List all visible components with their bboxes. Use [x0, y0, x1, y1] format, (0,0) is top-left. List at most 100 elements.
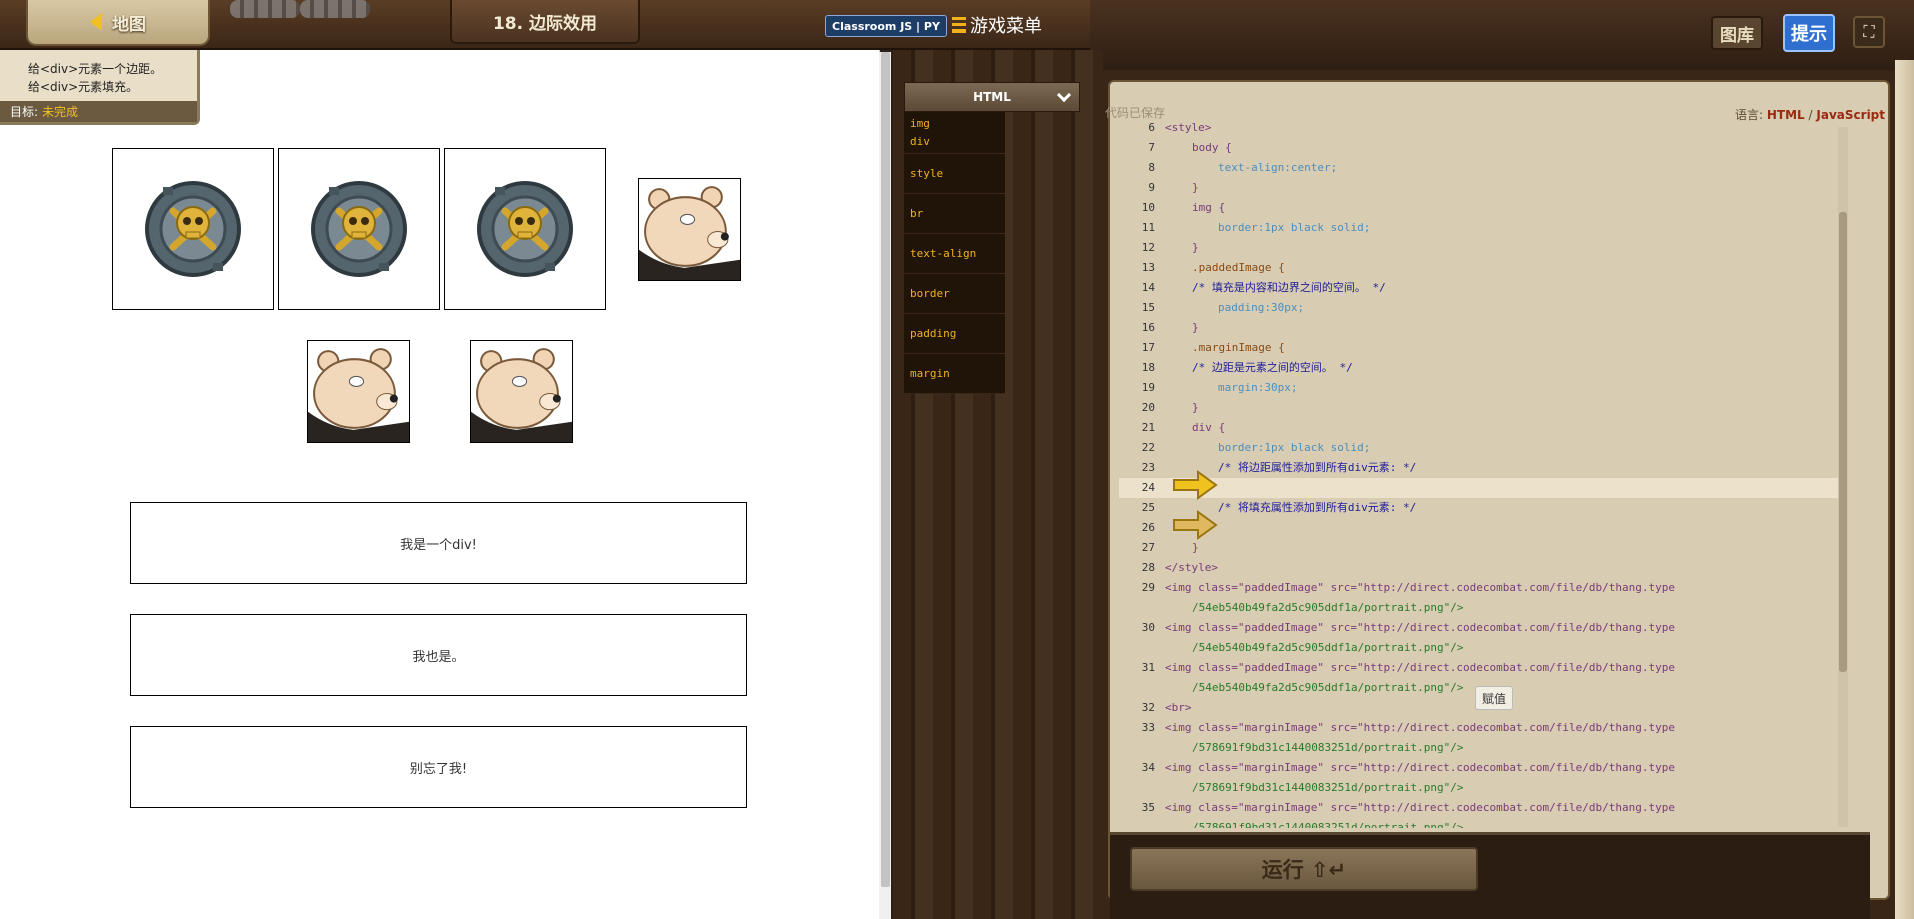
chain-decoration [230, 0, 300, 18]
code-line[interactable]: 33 <img class="marginImage" src="http://d… [1119, 718, 1839, 738]
code-line[interactable]: 20} [1119, 398, 1839, 418]
line-number: 15 [1141, 301, 1155, 314]
goal-status-label: 目标: [10, 105, 39, 119]
code-line[interactable]: 28 </style> [1119, 558, 1839, 578]
classroom-language-badge[interactable]: Classroom JS | PY [825, 15, 947, 37]
code-line[interactable]: 7 body { [1119, 138, 1839, 158]
code-text: /578691f9bd31c1440083251d/portrait.png"/… [1192, 781, 1464, 794]
code-text: /* 将边距属性添加到所有div元素: */ [1218, 461, 1417, 474]
code-text: <img class="marginImage" src="http://dir… [1165, 801, 1675, 814]
code-text: /54eb540b49fa2d5c905ddf1a/portrait.png"/… [1192, 641, 1464, 654]
game-menu-button[interactable]: 游戏菜单 [952, 12, 1042, 38]
code-line[interactable]: 27} [1119, 538, 1839, 558]
chain-decoration [300, 0, 370, 18]
palette-item-group: img div [904, 112, 1005, 154]
code-line[interactable]: 24 [1119, 478, 1839, 498]
code-line[interactable]: /578691f9bd31c1440083251d/portrait.png"/… [1119, 738, 1839, 758]
code-line[interactable]: 16} [1119, 318, 1839, 338]
code-text: border:1px black solid; [1218, 221, 1371, 234]
goal-item: 给<div>元素填充。 [28, 80, 139, 94]
autocomplete-tooltip[interactable]: 赋值 [1475, 686, 1514, 710]
code-line[interactable]: 26 [1119, 518, 1839, 538]
palette-item-margin[interactable]: margin [904, 354, 1005, 394]
code-text: <br> [1165, 701, 1192, 714]
skull-shield-icon [476, 181, 573, 277]
goal-status: 目标: 未完成 [0, 101, 197, 122]
code-line[interactable]: /54eb540b49fa2d5c905ddf1a/portrait.png"/… [1119, 638, 1839, 658]
level-title: 18. 边际效用 [450, 0, 640, 44]
preview-scrollbar-thumb[interactable] [881, 52, 890, 887]
line-number: 12 [1141, 241, 1155, 254]
code-line[interactable]: 9} [1119, 178, 1839, 198]
code-text: .paddedImage { [1192, 261, 1285, 274]
code-line[interactable]: 29 <img class="paddedImage" src="http://d… [1119, 578, 1839, 598]
bear-image [470, 340, 573, 443]
code-line[interactable]: /578691f9bd31c1440083251d/portrait.png"/… [1119, 818, 1839, 828]
code-text: /54eb540b49fa2d5c905ddf1a/portrait.png"/… [1192, 601, 1464, 614]
hint-button[interactable]: 提示 [1783, 14, 1835, 52]
code-line[interactable]: 14 /* 填充是内容和边界之间的空间。 */ [1119, 278, 1839, 298]
code-line[interactable]: 11 border:1px black solid; [1119, 218, 1839, 238]
library-button[interactable]: 图库 [1711, 16, 1763, 50]
code-line[interactable]: 8 text-align:center; [1119, 158, 1839, 178]
run-button[interactable]: 运行 ⇧↵ [1130, 847, 1478, 891]
code-lines[interactable]: 6 <style> 7 body {8 text-align:center; 9} 10 im… [1119, 118, 1839, 828]
palette-item-img[interactable]: img [910, 115, 930, 133]
fullscreen-button[interactable]: ⛶ [1853, 16, 1885, 48]
line-number: 17 [1141, 341, 1155, 354]
code-line[interactable]: 34 <img class="marginImage" src="http://d… [1119, 758, 1839, 778]
code-line[interactable]: 19 margin:30px; [1119, 378, 1839, 398]
menu-icon [952, 17, 966, 33]
line-number: 6 [1148, 121, 1155, 134]
line-number: 8 [1148, 161, 1155, 174]
code-text: <img class="paddedImage" src="http://dir… [1165, 621, 1675, 634]
code-line[interactable]: 23 /* 将边距属性添加到所有div元素: */ [1119, 458, 1839, 478]
code-line[interactable]: 12} [1119, 238, 1839, 258]
game-menu-label: 游戏菜单 [970, 16, 1042, 37]
code-line[interactable]: 21 div { [1119, 418, 1839, 438]
goals-panel: 给<div>元素一个边距。 给<div>元素填充。 目标: 未完成 [0, 50, 200, 125]
line-number: 9 [1148, 181, 1155, 194]
palette-item-padding[interactable]: padding [904, 314, 1005, 354]
line-number: 32 [1141, 701, 1155, 714]
preview-div: 我也是。 [130, 614, 747, 696]
code-line[interactable]: 30 <img class="paddedImage" src="http://d… [1119, 618, 1839, 638]
code-text: div { [1192, 421, 1226, 434]
palette-header[interactable]: HTML [904, 82, 1080, 112]
line-number: 19 [1141, 381, 1155, 394]
code-line[interactable]: 6 <style> [1119, 118, 1839, 138]
code-line[interactable]: 13 .paddedImage { [1119, 258, 1839, 278]
code-line[interactable]: 15 padding:30px; [1119, 298, 1839, 318]
goal-item: 给<div>元素一个边距。 [28, 62, 163, 76]
map-button[interactable]: 地图 [26, 0, 210, 46]
code-line[interactable]: 22 border:1px black solid; [1119, 438, 1839, 458]
palette-item-border[interactable]: border [904, 274, 1005, 314]
line-number: 21 [1141, 421, 1155, 434]
code-text: border:1px black solid; [1218, 441, 1371, 454]
palette-item-style[interactable]: style [904, 154, 1005, 194]
palette-item-div[interactable]: div [910, 133, 930, 151]
code-text: .marginImage { [1192, 341, 1285, 354]
code-text: body { [1192, 141, 1232, 154]
back-arrow-icon [90, 13, 102, 31]
code-line[interactable]: 18 /* 边距是元素之间的空间。 */ [1119, 358, 1839, 378]
code-line[interactable]: /578691f9bd31c1440083251d/portrait.png"/… [1119, 778, 1839, 798]
line-number: 16 [1141, 321, 1155, 334]
code-text: /54eb540b49fa2d5c905ddf1a/portrait.png"/… [1192, 681, 1464, 694]
code-line[interactable]: 10 img { [1119, 198, 1839, 218]
palette-item-text-align[interactable]: text-align [904, 234, 1005, 274]
palette-item-br[interactable]: br [904, 194, 1005, 234]
code-line[interactable]: 31 <img class="paddedImage" src="http://d… [1119, 658, 1839, 678]
image-row-margin [0, 340, 880, 443]
editor-scrollbar-thumb[interactable] [1839, 212, 1847, 672]
bear-image [637, 177, 741, 281]
code-text: } [1192, 401, 1199, 414]
code-line[interactable]: 35 <img class="marginImage" src="http://d… [1119, 798, 1839, 818]
line-number: 35 [1141, 801, 1155, 814]
code-line[interactable]: /54eb540b49fa2d5c905ddf1a/portrait.png"/… [1119, 598, 1839, 618]
code-line[interactable]: 17 .marginImage { [1119, 338, 1839, 358]
code-line[interactable]: 25 /* 将填充属性添加到所有div元素: */ [1119, 498, 1839, 518]
arrow-pointer-icon [1173, 470, 1218, 500]
line-number: 20 [1141, 401, 1155, 414]
line-number: 13 [1141, 261, 1155, 274]
